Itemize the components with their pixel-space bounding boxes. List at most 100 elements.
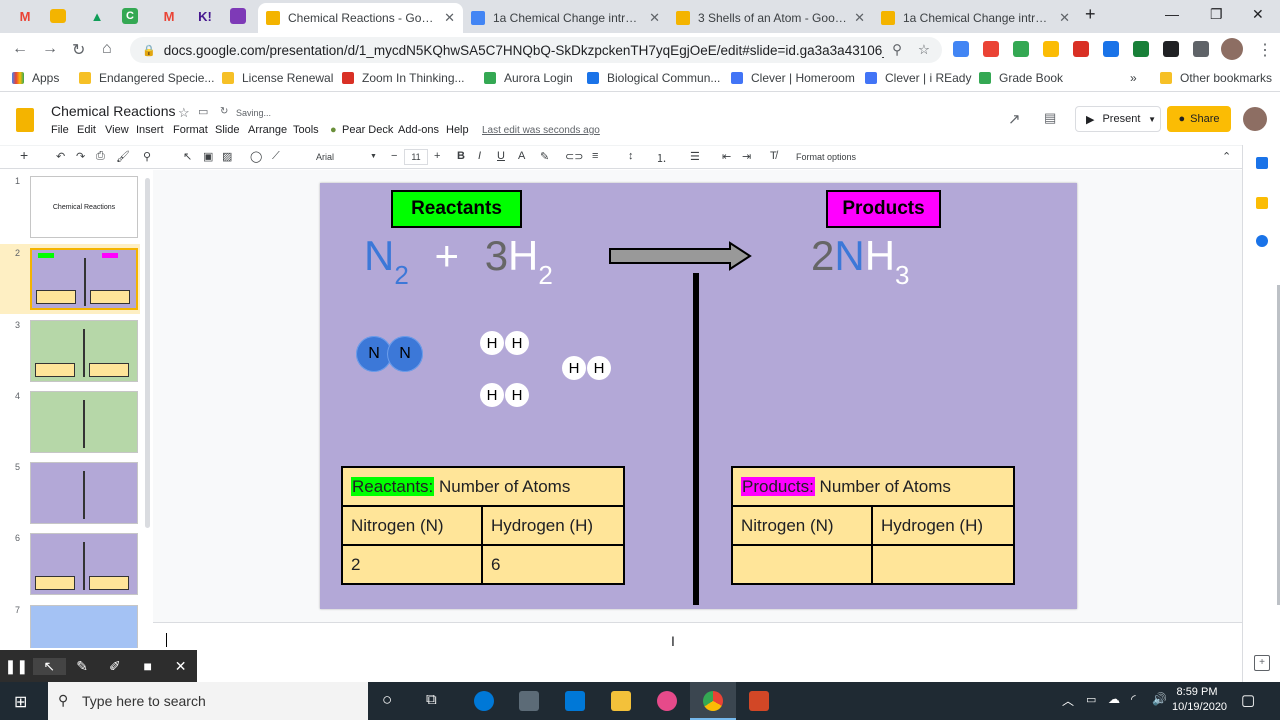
- slide-thumb-6[interactable]: [30, 533, 138, 595]
- slide-canvas[interactable]: Reactants Products N2 + 3H2 2NH3 N N H H…: [320, 183, 1077, 609]
- extension-icon[interactable]: [1163, 41, 1179, 57]
- hydrogen-atom[interactable]: H: [480, 383, 504, 407]
- clear-format-icon[interactable]: T̸: [770, 150, 777, 162]
- powerpoint-icon[interactable]: [749, 691, 769, 711]
- tab-chemical-change[interactable]: 1a Chemical Change intro m ✕: [463, 3, 668, 33]
- decrease-indent-icon[interactable]: ⇤: [722, 150, 731, 163]
- zoom-icon[interactable]: ⚲: [143, 150, 151, 163]
- bookmark-apps[interactable]: Apps: [12, 71, 59, 85]
- hydrogen-atom[interactable]: H: [505, 383, 529, 407]
- keep-icon[interactable]: [1256, 197, 1268, 209]
- edge-icon[interactable]: [474, 691, 494, 711]
- menu-edit[interactable]: Edit: [77, 124, 96, 136]
- wifi-icon[interactable]: ◜: [1131, 692, 1136, 706]
- comment-icon[interactable]: ▤: [1044, 110, 1056, 126]
- slides-logo-icon[interactable]: [16, 108, 34, 132]
- extension-icon[interactable]: [953, 41, 969, 57]
- cloud-icon[interactable]: ☁: [1108, 692, 1120, 706]
- store-icon[interactable]: [519, 691, 539, 711]
- task-view-icon[interactable]: ⧉: [426, 691, 437, 708]
- highlight-icon[interactable]: ✎: [540, 150, 549, 163]
- products-label[interactable]: Products: [826, 190, 941, 228]
- forward-icon[interactable]: →: [42, 40, 58, 58]
- select-icon[interactable]: ↖: [183, 150, 192, 163]
- bookmark-clever-iready[interactable]: Clever | i REady: [865, 71, 971, 85]
- activity-icon[interactable]: ↗: [1008, 110, 1021, 128]
- puzzle-icon[interactable]: [1193, 41, 1209, 57]
- chevron-up-icon[interactable]: ︿: [1062, 692, 1074, 709]
- close-icon[interactable]: ✕: [854, 10, 865, 26]
- classroom-icon[interactable]: C: [122, 8, 138, 24]
- font-size-decrease[interactable]: −: [391, 150, 397, 162]
- menu-view[interactable]: View: [105, 124, 129, 136]
- increase-indent-icon[interactable]: ⇥: [742, 150, 751, 163]
- reactants-atom-table[interactable]: Reactants: Number of Atoms Nitrogen (N) H…: [341, 466, 625, 585]
- shape-icon[interactable]: ◯: [250, 150, 262, 163]
- windows-start-icon[interactable]: ⊞: [14, 692, 27, 712]
- print-icon[interactable]: ⎙: [96, 150, 105, 163]
- clock[interactable]: 8:59 PM 10/19/2020: [1172, 685, 1227, 715]
- file-explorer-icon[interactable]: [611, 691, 631, 711]
- menu-format[interactable]: Format: [173, 124, 208, 136]
- avatar[interactable]: [1243, 107, 1267, 131]
- close-icon[interactable]: ✕: [164, 658, 197, 675]
- kahoot-icon[interactable]: K!: [194, 6, 216, 26]
- menu-arrange[interactable]: Arrange: [248, 124, 287, 136]
- bookmark-grade-book[interactable]: Grade Book: [979, 71, 1063, 85]
- hydrogen-atom[interactable]: H: [562, 356, 586, 380]
- nitrogen-atom[interactable]: N: [387, 336, 423, 372]
- taskbar-search[interactable]: ⚲ Type here to search: [48, 682, 368, 720]
- new-tab-button[interactable]: +: [1085, 4, 1096, 25]
- bookmark-aurora[interactable]: Aurora Login: [484, 71, 573, 85]
- slide-thumb-2[interactable]: [30, 248, 138, 310]
- menu-help[interactable]: Help: [446, 124, 469, 136]
- menu-file[interactable]: File: [51, 124, 69, 136]
- chrome-taskbar-item[interactable]: [690, 682, 736, 720]
- font-size-input[interactable]: 11: [404, 149, 428, 165]
- link-icon[interactable]: ⊂⊃: [565, 150, 583, 163]
- minimize-button[interactable]: —: [1165, 6, 1179, 22]
- reactants-label[interactable]: Reactants: [391, 190, 522, 228]
- pen-icon[interactable]: ✎: [66, 658, 99, 675]
- close-icon[interactable]: ✕: [444, 10, 455, 26]
- filmstrip-scrollbar[interactable]: [145, 178, 150, 528]
- text-color-icon[interactable]: A: [518, 150, 525, 162]
- close-icon[interactable]: ✕: [1059, 10, 1070, 26]
- hydrogen-count-cell[interactable]: [871, 544, 1015, 585]
- highlighter-icon[interactable]: ✐: [98, 658, 131, 675]
- tab-chemical-change-2020[interactable]: 1a Chemical Change intro 20 ✕: [873, 3, 1078, 33]
- mail-icon[interactable]: [565, 691, 585, 711]
- menu-addons[interactable]: Add-ons: [398, 124, 439, 136]
- hydrogen-atom[interactable]: H: [587, 356, 611, 380]
- url-bar[interactable]: 🔒 docs.google.com/presentation/d/1_mycdN…: [130, 37, 942, 63]
- tab-shells-of-atom[interactable]: 3 Shells of an Atom - Google ✕: [668, 3, 873, 33]
- extension-icon[interactable]: [1133, 41, 1149, 57]
- bulleted-list-icon[interactable]: ☰: [690, 150, 700, 163]
- reactant-equation[interactable]: N2 + 3H2: [364, 235, 553, 289]
- products-atom-table[interactable]: Products: Number of Atoms Nitrogen (N) Hy…: [731, 466, 1015, 585]
- extension-icon[interactable]: [983, 41, 999, 57]
- product-equation[interactable]: 2NH3: [811, 235, 910, 289]
- paint-format-icon[interactable]: 🖌: [116, 150, 130, 163]
- collapse-icon[interactable]: ⌃: [1222, 150, 1231, 163]
- bold-icon[interactable]: B: [457, 150, 465, 162]
- gmail-icon[interactable]: M: [158, 6, 180, 26]
- close-icon[interactable]: ✕: [649, 10, 660, 26]
- last-edit[interactable]: Last edit was seconds ago: [482, 125, 600, 136]
- slide-thumb-5[interactable]: [30, 462, 138, 524]
- extension-icon[interactable]: [1103, 41, 1119, 57]
- speaker-notes[interactable]: I: [153, 622, 1242, 650]
- line-spacing-icon[interactable]: ↕: [628, 150, 634, 162]
- cortana-icon[interactable]: ○: [382, 690, 392, 710]
- pointer-icon[interactable]: ↖: [32, 657, 66, 675]
- hydrogen-count-cell[interactable]: 6: [481, 544, 625, 585]
- volume-icon[interactable]: 🔊: [1152, 692, 1167, 706]
- extension-icon[interactable]: [1043, 41, 1059, 57]
- battery-icon[interactable]: ▭: [1086, 693, 1096, 706]
- star-icon[interactable]: ☆: [178, 105, 190, 121]
- menu-slide[interactable]: Slide: [215, 124, 239, 136]
- other-bookmarks[interactable]: Other bookmarks: [1160, 71, 1272, 85]
- numbered-list-icon[interactable]: ⒈: [656, 150, 667, 166]
- star-icon[interactable]: ☆: [918, 42, 930, 58]
- hydrogen-atom[interactable]: H: [480, 331, 504, 355]
